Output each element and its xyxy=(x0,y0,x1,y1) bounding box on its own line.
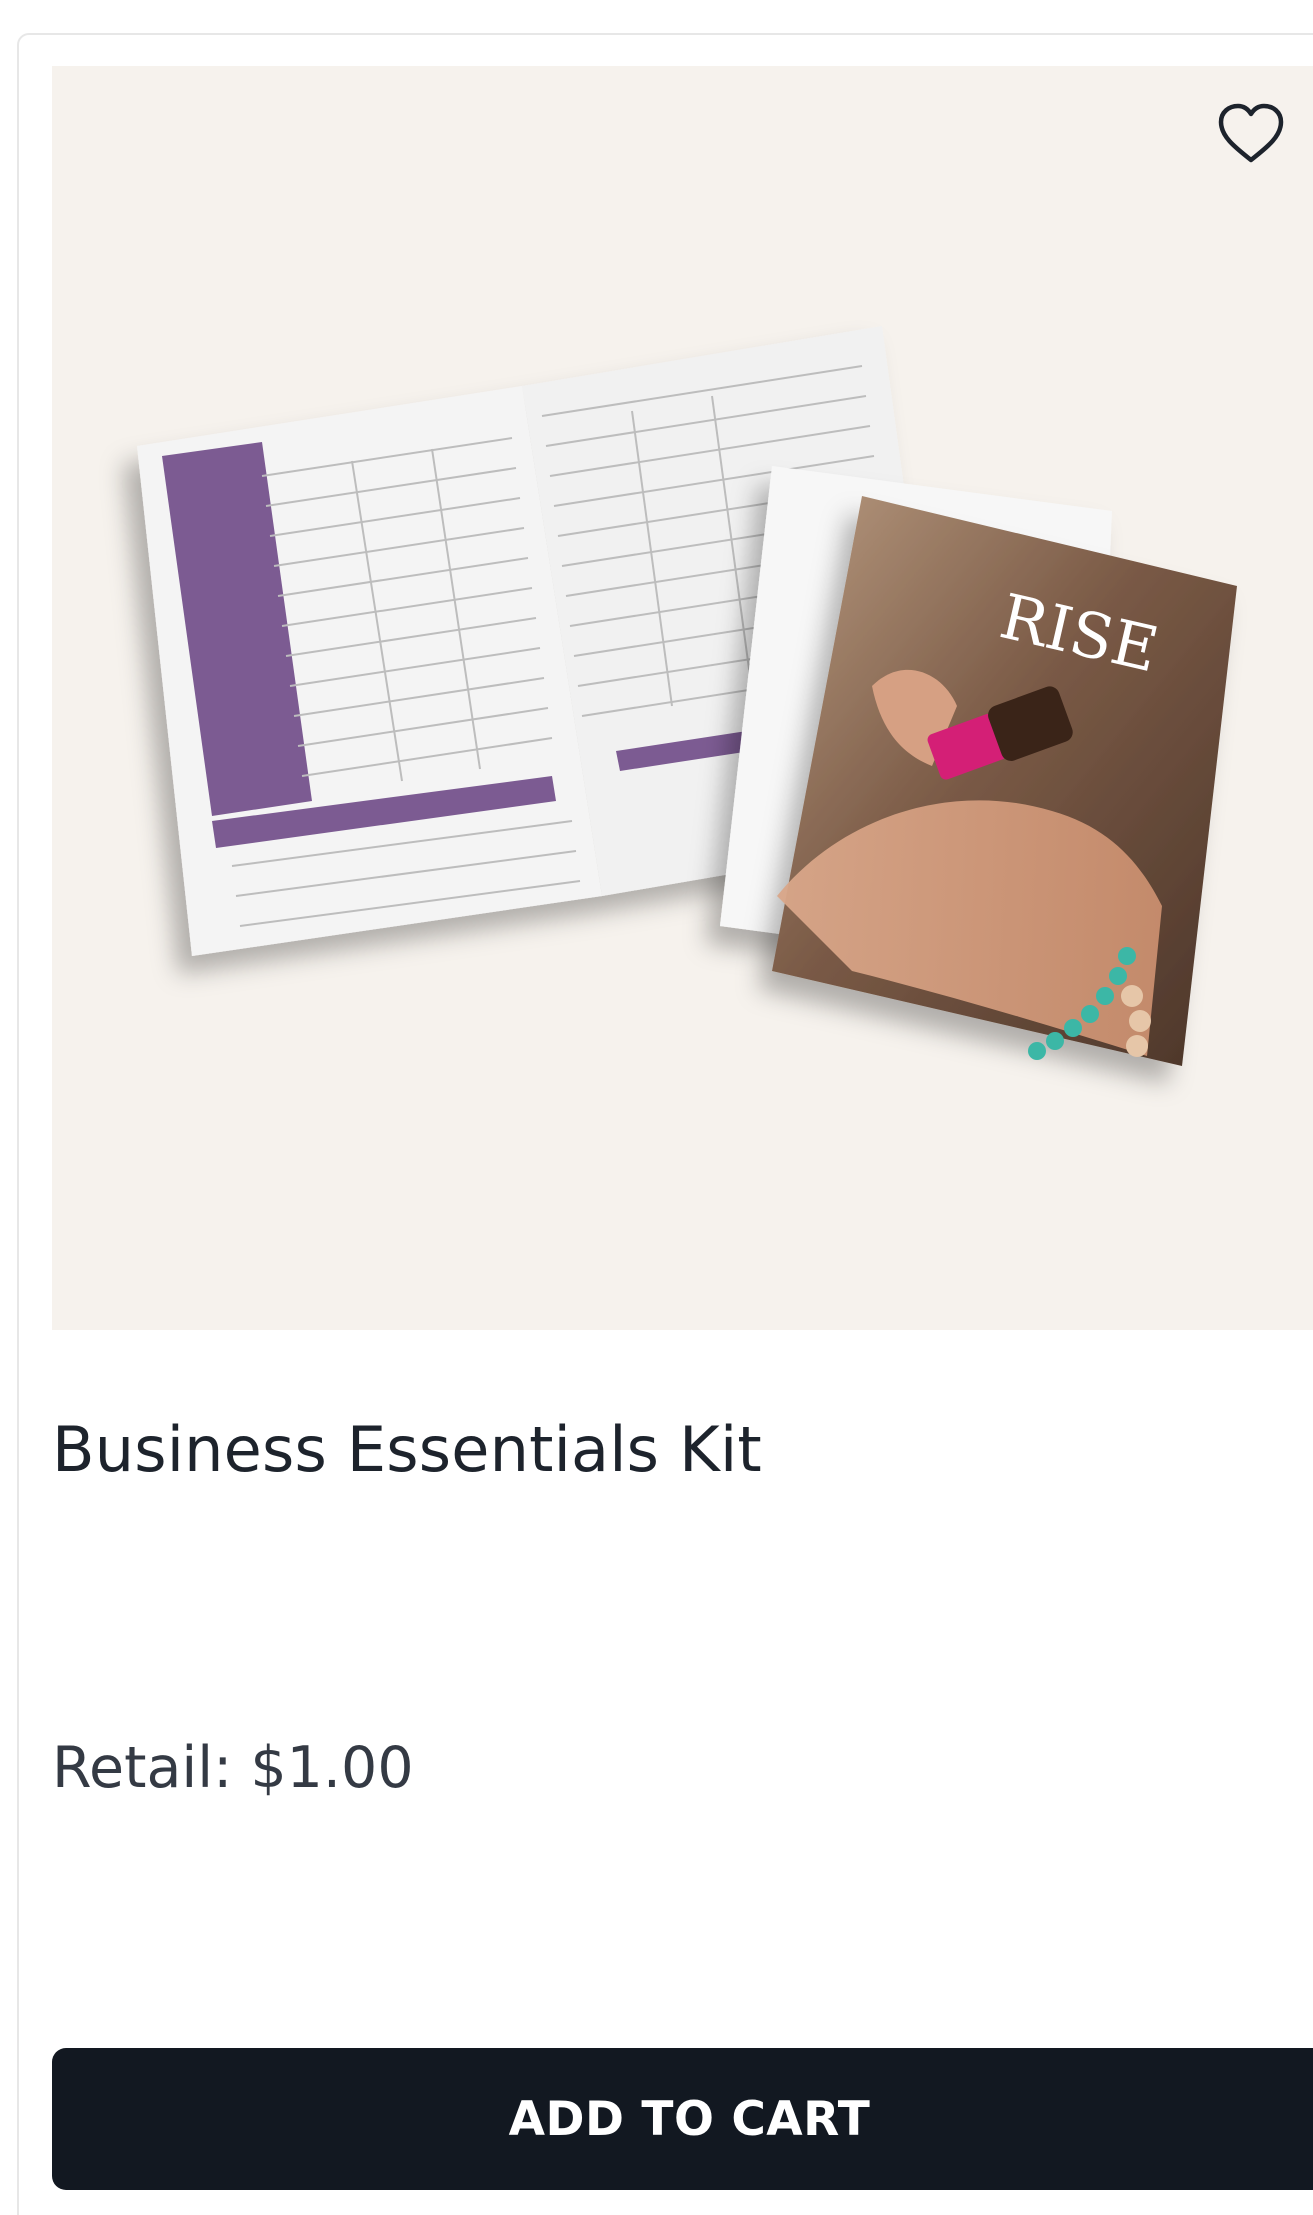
product-price: Retail: $1.00 xyxy=(52,1735,414,1801)
heart-outline-icon xyxy=(1218,103,1284,163)
product-title[interactable]: Business Essentials Kit xyxy=(52,1413,762,1486)
product-photo-illustration: RISE xyxy=(137,326,1237,1066)
product-image[interactable]: RISE xyxy=(52,66,1313,1330)
favorite-button[interactable] xyxy=(1213,96,1289,172)
price-label: Retail: xyxy=(52,1735,233,1801)
price-value: $1.00 xyxy=(250,1735,414,1801)
add-to-cart-button[interactable]: ADD TO CART xyxy=(52,2048,1313,2190)
